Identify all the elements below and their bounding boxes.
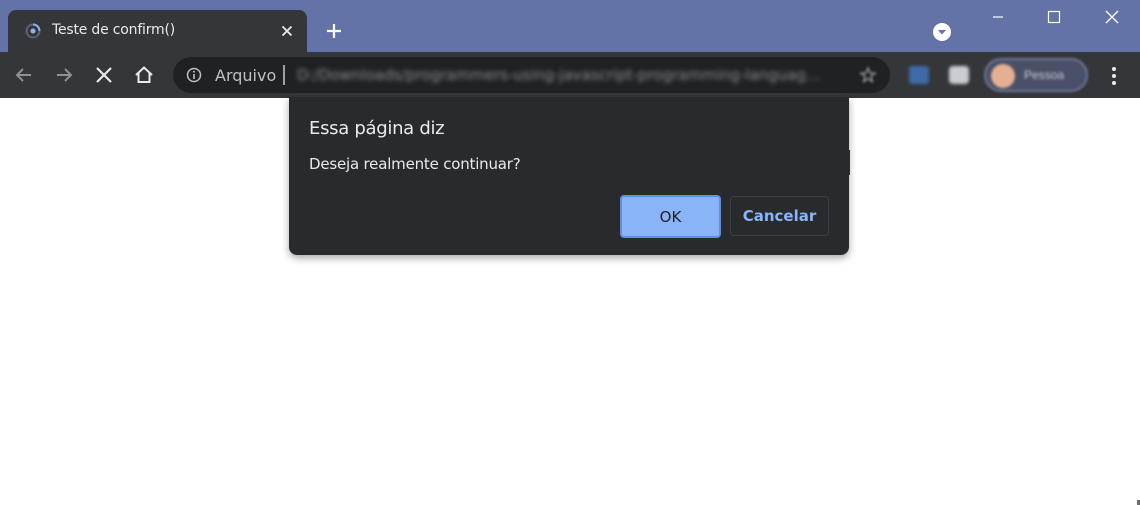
ok-button[interactable]: OK (620, 195, 721, 238)
loading-spinner-icon (25, 23, 41, 39)
confirm-dialog: Essa página diz Deseja realmente continu… (289, 97, 849, 255)
forward-icon[interactable] (51, 62, 77, 88)
new-tab-icon[interactable] (322, 19, 346, 43)
active-tab[interactable]: Teste de confirm() (8, 10, 307, 52)
extension-icon[interactable] (909, 66, 929, 84)
more-menu-icon[interactable] (1104, 64, 1124, 88)
stop-loading-icon[interactable] (91, 62, 117, 88)
dialog-title: Essa página diz (309, 118, 445, 139)
back-icon[interactable] (11, 62, 37, 88)
browser-toolbar: Arquivo D:/Downloads/programmers-using-j… (0, 52, 1140, 98)
home-icon[interactable] (131, 62, 157, 88)
profile-button[interactable]: Pessoa (984, 58, 1088, 92)
cancel-button[interactable]: Cancelar (730, 196, 829, 236)
url-text[interactable]: D:/Downloads/programmers-using-javascrip… (297, 66, 845, 84)
tab-title: Teste de confirm() (52, 22, 176, 38)
close-window-icon[interactable] (1084, 0, 1140, 34)
dialog-message: Deseja realmente continuar? (309, 155, 521, 173)
title-bar: Teste de confirm() (0, 0, 1140, 52)
bookmark-star-icon[interactable] (859, 66, 877, 84)
tab-search-icon[interactable] (931, 21, 953, 43)
extensions-puzzle-icon[interactable] (949, 66, 969, 84)
avatar (991, 64, 1015, 88)
minimize-icon[interactable] (970, 0, 1026, 34)
site-security-label: Arquivo (215, 66, 277, 85)
close-tab-icon[interactable] (278, 22, 296, 40)
address-bar[interactable]: Arquivo D:/Downloads/programmers-using-j… (173, 57, 890, 93)
address-separator (283, 65, 285, 85)
info-icon[interactable] (186, 67, 202, 83)
profile-label: Pessoa (1024, 68, 1065, 82)
maximize-icon[interactable] (1026, 0, 1082, 34)
